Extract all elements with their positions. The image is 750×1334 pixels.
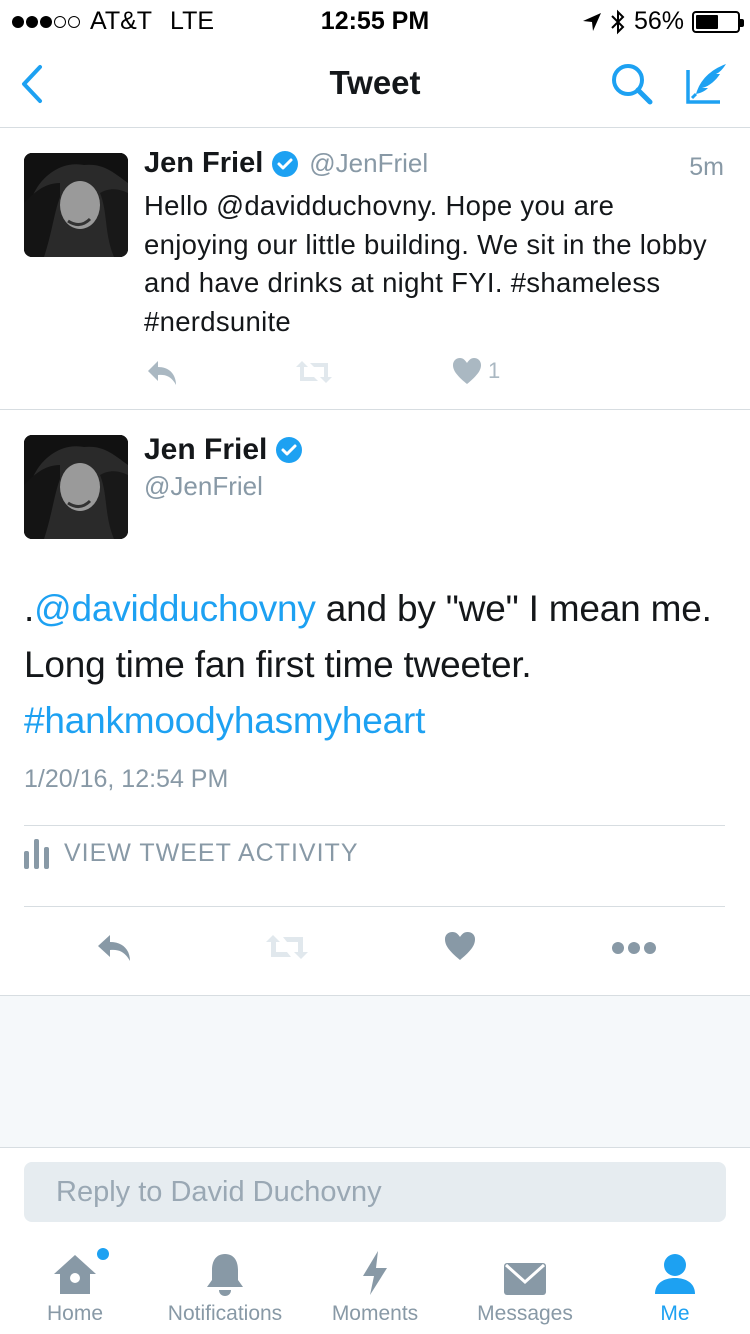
avatar[interactable] xyxy=(24,435,128,539)
verified-badge-icon xyxy=(276,437,303,463)
tweet-text: .@davidduchovny and by "we" I mean me. L… xyxy=(24,581,724,749)
mention-link[interactable]: @davidduchovny xyxy=(34,588,316,629)
status-right: 56% xyxy=(582,7,744,36)
retweet-button[interactable] xyxy=(294,357,334,387)
battery-icon xyxy=(692,10,744,33)
tweet-timestamp: 5m xyxy=(689,153,724,181)
battery-percent: 56% xyxy=(633,7,684,35)
tab-label: Me xyxy=(660,1302,690,1325)
hashtag-link[interactable]: #hankmoodyhasmyheart xyxy=(24,700,425,741)
tweet-actions xyxy=(0,931,750,971)
tab-me[interactable]: Me xyxy=(630,1238,720,1334)
more-options-button[interactable] xyxy=(612,941,656,955)
tweet-header: Jen Friel @JenFriel xyxy=(144,147,428,180)
reply-button[interactable] xyxy=(94,931,134,963)
avatar[interactable] xyxy=(24,153,128,257)
tweet-list-item[interactable]: Jen Friel @JenFriel 5m Hello @davidducho… xyxy=(0,129,750,410)
tab-notifications[interactable]: Notifications xyxy=(155,1238,295,1334)
tab-label: Moments xyxy=(331,1302,419,1325)
reply-button[interactable] xyxy=(144,357,180,387)
status-bar: AT&T LTE 12:55 PM 56% xyxy=(0,0,750,40)
tweet-text: Hello @davidduchovny. Hope you are enjoy… xyxy=(144,190,707,337)
search-icon xyxy=(612,64,653,105)
tweet-date: 1/20/16, 12:54 PM xyxy=(24,765,229,793)
bluetooth-icon xyxy=(611,9,625,34)
bell-icon xyxy=(207,1254,243,1296)
divider xyxy=(24,906,725,907)
retweet-button[interactable] xyxy=(264,931,310,963)
like-count: 1 xyxy=(488,358,501,383)
author-name-row: Jen Friel xyxy=(144,433,303,467)
location-arrow-icon xyxy=(582,12,601,31)
like-button[interactable] xyxy=(444,931,476,961)
like-button[interactable]: 1 xyxy=(452,357,500,385)
envelope-icon xyxy=(504,1263,546,1295)
heart-icon xyxy=(445,932,475,960)
tab-label: Home xyxy=(46,1302,104,1325)
reply-icon xyxy=(98,935,130,961)
notification-dot xyxy=(97,1248,109,1260)
compose-tweet-button[interactable] xyxy=(682,58,730,108)
author-handle: @JenFriel xyxy=(309,148,429,178)
retweet-icon xyxy=(266,935,308,959)
reply-icon xyxy=(148,361,176,385)
nav-bar: Tweet xyxy=(0,40,750,128)
tweet-actions: 1 xyxy=(144,357,544,391)
author-name[interactable]: Jen Friel xyxy=(144,433,267,467)
reply-input[interactable] xyxy=(24,1162,726,1222)
retweet-icon xyxy=(296,361,332,383)
lightning-icon xyxy=(363,1251,387,1295)
reply-bar xyxy=(0,1148,750,1238)
view-tweet-activity-label: VIEW TWEET ACTIVITY xyxy=(64,838,359,867)
tweet-text-prefix: . xyxy=(24,588,35,629)
tab-label: Notifications xyxy=(167,1302,283,1325)
view-tweet-activity-button[interactable]: VIEW TWEET ACTIVITY xyxy=(24,837,359,869)
tab-moments[interactable]: Moments xyxy=(320,1238,430,1334)
more-dots-icon xyxy=(612,942,656,954)
author-name[interactable]: Jen Friel xyxy=(144,147,263,180)
tab-messages[interactable]: Messages xyxy=(465,1238,585,1334)
verified-badge-icon xyxy=(272,150,299,177)
focused-tweet: Jen Friel @JenFriel .@davidduchovny and … xyxy=(0,411,750,996)
compose-tweet-icon xyxy=(686,64,726,104)
home-icon xyxy=(54,1255,96,1294)
bar-chart-icon xyxy=(24,839,49,869)
person-icon xyxy=(655,1254,695,1294)
tab-home[interactable]: Home xyxy=(30,1238,120,1334)
search-button[interactable] xyxy=(608,60,656,108)
empty-area xyxy=(0,996,750,1148)
author-handle: @JenFriel xyxy=(144,471,263,501)
divider xyxy=(24,825,725,826)
tab-label: Messages xyxy=(477,1302,573,1325)
tab-bar: Home Notifications Moments Messages Me xyxy=(0,1238,750,1334)
heart-icon xyxy=(453,358,481,384)
